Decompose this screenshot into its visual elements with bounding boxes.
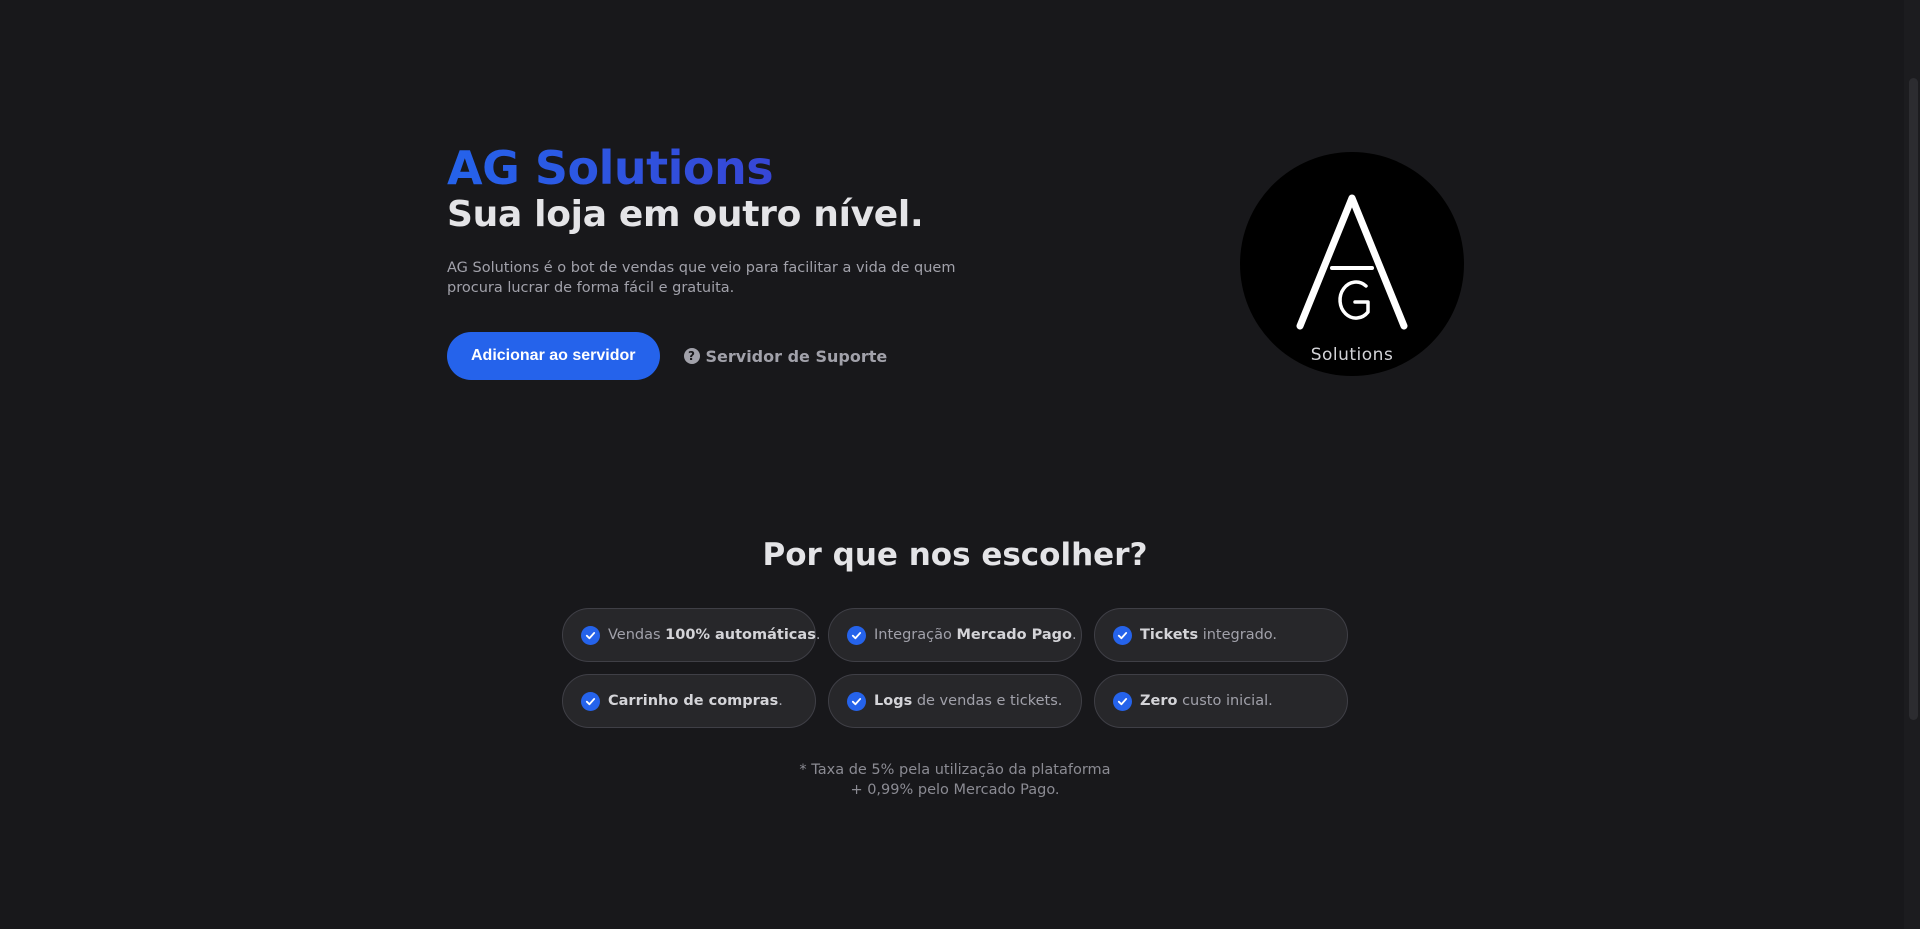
check-circle-icon [847, 691, 866, 711]
brand-title: AG Solutions [447, 140, 1027, 196]
footnote-line-1: * Taxa de 5% pela utilização da platafor… [799, 762, 1111, 778]
logo-caption: Solutions [1310, 345, 1394, 365]
feature-item: Carrinho de compras. [562, 674, 816, 728]
feature-text-bold: Carrinho de compras [608, 693, 779, 709]
page: AG Solutions Sua loja em outro nível. AG… [0, 0, 1920, 929]
feature-text-after: . [1072, 627, 1077, 643]
feature-text-after: . [815, 627, 821, 643]
feature-item: Vendas 100% automáticas. [562, 608, 820, 662]
hero-actions: Adicionar ao servidor ? Servidor de Supo… [447, 332, 887, 380]
feature-item: Logs de vendas e tickets. [828, 674, 1082, 728]
check-circle-icon [1113, 625, 1132, 645]
feature-text-bold: Tickets [1140, 627, 1199, 643]
feature-text-after: integrado. [1198, 627, 1278, 643]
logo-letter-g [1338, 280, 1370, 320]
feature-text-before: Vendas [608, 627, 666, 643]
check-circle-icon [581, 691, 600, 711]
feature-item: Tickets integrado. [1094, 608, 1348, 662]
logo-letter-a [1296, 194, 1408, 330]
check-circle-icon [847, 625, 866, 645]
footnote-line-2: + 0,99% pelo Mercado Pago. [850, 782, 1060, 798]
feature-text: Integração Mercado Pago. [874, 627, 1077, 643]
feature-text-before: Integração [874, 627, 957, 643]
feature-text: Vendas 100% automáticas. [608, 627, 820, 643]
logo: Solutions [1240, 152, 1464, 376]
tagline: Sua loja em outro nível. [447, 194, 924, 235]
features-grid: Vendas 100% automáticas. Integração Merca… [562, 608, 1348, 728]
check-circle-icon [581, 625, 600, 645]
feature-text: Zero custo inicial. [1140, 693, 1273, 709]
feature-text-after: custo inicial. [1177, 693, 1273, 709]
hero-description: AG Solutions é o bot de vendas que veio … [447, 260, 956, 296]
features-title: Por que nos escolher? [762, 537, 1148, 573]
logo-mark [1296, 194, 1408, 330]
feature-text-bold: Logs [874, 693, 913, 709]
feature-text-after: de vendas e tickets. [912, 693, 1063, 709]
support-server-link[interactable]: ? Servidor de Suporte [683, 346, 888, 366]
hero-section: AG Solutions Sua loja em outro nível. AG… [447, 140, 1027, 298]
feature-text: Tickets integrado. [1140, 627, 1277, 643]
feature-text-after: . [778, 693, 783, 709]
scrollbar-thumb[interactable] [1909, 78, 1918, 720]
check-circle-icon [1113, 691, 1132, 711]
feature-text-bold: Mercado Pago [956, 627, 1073, 643]
feature-item: Zero custo inicial. [1094, 674, 1348, 728]
feature-item: Integração Mercado Pago. [828, 608, 1082, 662]
pricing-footnote: * Taxa de 5% pela utilização da platafor… [0, 760, 1910, 800]
feature-text-bold: 100% automáticas [665, 627, 816, 643]
support-server-label: Servidor de Suporte [705, 346, 888, 366]
feature-text: Carrinho de compras. [608, 693, 783, 709]
feature-text-bold: Zero [1140, 693, 1178, 709]
help-circle-icon: ? [683, 348, 700, 364]
scrollbar[interactable] [1904, 0, 1920, 929]
add-to-server-button[interactable]: Adicionar ao servidor [447, 332, 660, 380]
feature-text: Logs de vendas e tickets. [874, 693, 1062, 709]
